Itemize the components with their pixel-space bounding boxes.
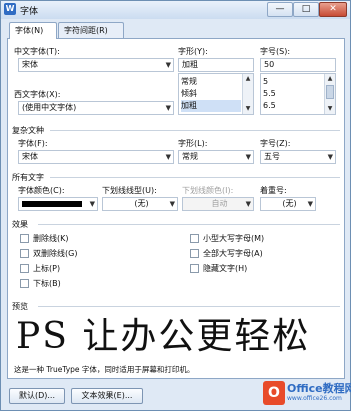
tab-character-spacing[interactable]: 字符间距(R) (58, 22, 124, 38)
office-logo-icon: O (263, 381, 285, 405)
chinese-font-value: 宋体 (22, 60, 38, 69)
font-style-option[interactable]: 倾斜 (181, 88, 241, 100)
emphasis-mark-label: 着重号: (260, 186, 287, 195)
double-strikethrough-checkbox[interactable] (20, 249, 29, 258)
underline-style-value: (无) (134, 199, 149, 208)
complex-font-value: 宋体 (22, 152, 38, 161)
superscript-checkbox[interactable] (20, 264, 29, 273)
western-font-select[interactable]: (使用中文字体) ▼ (18, 101, 174, 115)
font-size-option[interactable]: 6.5 (263, 100, 276, 112)
underline-color-value: 自动 (211, 199, 228, 208)
western-font-value: (使用中文字体) (22, 103, 77, 112)
chevron-down-icon: ▼ (245, 200, 251, 208)
underline-style-label: 下划线线型(U): (102, 186, 157, 195)
window-title: 字体 (20, 7, 39, 17)
tab-font[interactable]: 字体(N) (9, 22, 57, 39)
chevron-down-icon: ▼ (245, 153, 251, 161)
complex-style-value: 常规 (182, 152, 198, 161)
complex-size-label: 字号(Z): (260, 139, 291, 148)
font-color-label: 字体颜色(C): (18, 186, 65, 195)
complex-script-section-title: 复杂文种 (12, 126, 44, 135)
chinese-font-label: 中文字体(T): (14, 47, 60, 56)
divider (50, 130, 340, 131)
font-size-list[interactable]: 5 5.5 6.5 ▲ ▼ (260, 73, 336, 115)
subscript-label: 下标(B) (33, 279, 61, 288)
watermark-url: www.office26.com (287, 395, 342, 402)
hidden-text-checkbox[interactable] (190, 264, 199, 273)
title-bar: W 字体 — □ ✕ (1, 1, 350, 19)
font-size-input[interactable]: 50 (260, 58, 336, 72)
chevron-down-icon: ▼ (165, 153, 171, 161)
divider (38, 306, 340, 307)
font-style-value: 加粗 (182, 60, 198, 69)
complex-font-label: 字体(F): (18, 139, 48, 148)
font-color-swatch (22, 201, 82, 207)
chevron-down-icon: ▼ (327, 153, 333, 161)
strikethrough-label: 删除线(K) (33, 234, 69, 243)
chevron-down-icon: ▼ (165, 61, 171, 69)
western-font-label: 西文字体(X): (14, 90, 61, 99)
chevron-down-icon: ▼ (165, 104, 171, 112)
font-style-list[interactable]: 常规 倾斜 加粗 ▲ ▼ (178, 73, 254, 115)
size-scrollbar[interactable]: ▲ ▼ (324, 74, 335, 114)
subscript-checkbox[interactable] (20, 279, 29, 288)
complex-style-select[interactable]: 常规 ▼ (178, 150, 254, 164)
font-style-label: 字形(Y): (178, 47, 208, 56)
complex-style-label: 字形(L): (178, 139, 208, 148)
underline-style-select[interactable]: (无) ▼ (102, 197, 178, 211)
double-strikethrough-label: 双删除线(G) (33, 249, 78, 258)
divider (38, 224, 340, 225)
font-color-select[interactable]: ▼ (18, 197, 98, 211)
preview-sample-text: PS 让办公更轻松 (18, 316, 311, 357)
minimize-button[interactable]: — (267, 2, 293, 17)
scroll-down-icon[interactable]: ▼ (325, 104, 335, 114)
scroll-up-icon[interactable]: ▲ (243, 74, 253, 84)
font-size-value: 50 (264, 60, 275, 69)
hidden-text-label: 隐藏文字(H) (203, 264, 248, 273)
maximize-button[interactable]: □ (293, 2, 319, 17)
wps-writer-icon: W (4, 3, 16, 15)
scroll-thumb[interactable] (326, 85, 334, 99)
close-button[interactable]: ✕ (319, 2, 347, 17)
complex-size-select[interactable]: 五号 ▼ (260, 150, 336, 164)
font-size-option[interactable]: 5.5 (263, 88, 276, 100)
style-scrollbar[interactable]: ▲ ▼ (242, 74, 253, 114)
scroll-up-icon[interactable]: ▲ (325, 74, 335, 84)
complex-font-select[interactable]: 宋体 ▼ (18, 150, 174, 164)
office-tutorial-watermark-logo: O Office教程网 www.office26.com (263, 379, 351, 409)
preview-box: PS 让办公更轻松 (18, 314, 338, 358)
chevron-down-icon: ▼ (169, 200, 175, 208)
text-effects-button[interactable]: 文本效果(E)... (71, 388, 143, 404)
effects-section-title: 效果 (12, 220, 28, 229)
emphasis-mark-select[interactable]: (无) ▼ (260, 197, 316, 211)
preview-note: 这是一种 TrueType 字体，同时适用于屏幕和打印机。 (14, 365, 195, 374)
font-size-label: 字号(S): (260, 47, 291, 56)
divider (50, 177, 340, 178)
font-style-option-selected[interactable]: 加粗 (181, 100, 241, 112)
complex-size-value: 五号 (264, 152, 280, 161)
strikethrough-checkbox[interactable] (20, 234, 29, 243)
font-style-option[interactable]: 常规 (181, 76, 241, 88)
all-text-section-title: 所有文字 (12, 173, 44, 182)
all-caps-label: 全部大写字母(A) (203, 249, 263, 258)
font-size-option[interactable]: 5 (263, 76, 268, 88)
superscript-label: 上标(P) (33, 264, 61, 273)
small-caps-label: 小型大写字母(M) (203, 234, 265, 243)
underline-color-select: 自动 ▼ (182, 197, 254, 211)
all-caps-checkbox[interactable] (190, 249, 199, 258)
chinese-font-select[interactable]: 宋体 ▼ (18, 58, 174, 72)
font-dialog: W 字体 — □ ✕ 字体(N) 字符间距(R) 中文字体(T): 宋体 ▼ 西… (0, 0, 351, 411)
small-caps-checkbox[interactable] (190, 234, 199, 243)
preview-section-title: 预览 (12, 302, 28, 311)
font-tab-panel: 中文字体(T): 宋体 ▼ 西文字体(X): (使用中文字体) ▼ 字形(Y):… (7, 38, 345, 379)
emphasis-mark-value: (无) (282, 199, 297, 208)
default-button[interactable]: 默认(D)... (9, 388, 65, 404)
font-style-input[interactable]: 加粗 (178, 58, 254, 72)
chevron-down-icon: ▼ (307, 200, 313, 208)
chevron-down-icon: ▼ (89, 200, 95, 208)
scroll-down-icon[interactable]: ▼ (243, 104, 253, 114)
underline-color-label: 下划线颜色(I): (182, 186, 234, 195)
watermark-title: Office教程网 (287, 382, 351, 395)
